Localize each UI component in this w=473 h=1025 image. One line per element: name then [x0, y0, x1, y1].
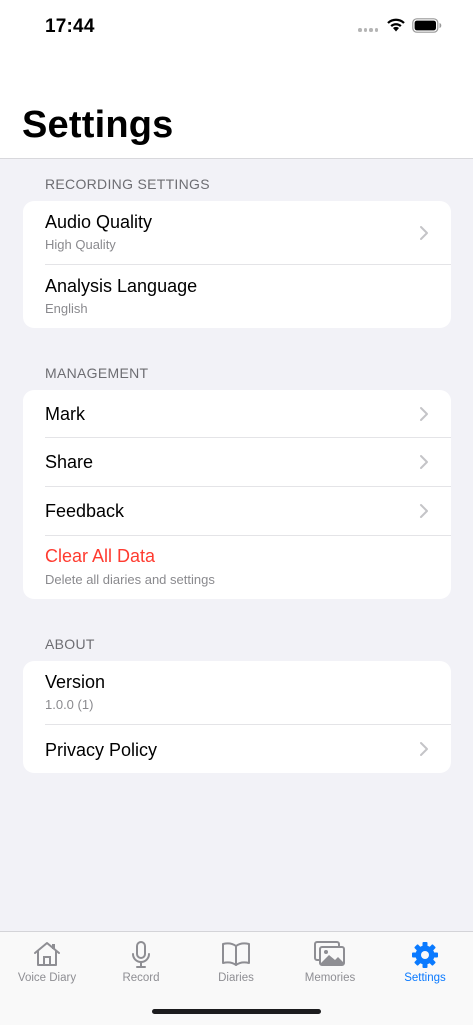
microphone-icon [132, 941, 150, 968]
tab-voice-diary[interactable]: Voice Diary [0, 932, 94, 992]
mark-label: Mark [45, 404, 85, 424]
share-label: Share [45, 452, 94, 472]
tab-settings[interactable]: Settings [378, 932, 472, 992]
wifi-icon [387, 18, 405, 32]
clear-all-data-description: Delete all diaries and settings [45, 572, 215, 587]
tab-label: Voice Diary [17, 972, 77, 984]
photos-icon [314, 941, 345, 966]
tab-diaries[interactable]: Diaries [189, 932, 283, 992]
page-title: Settings [22, 104, 174, 146]
section-header-recording: RECORDING SETTINGS [45, 176, 210, 192]
book-icon [222, 942, 250, 966]
status-bar: 17:44 [0, 0, 473, 56]
tab-label: Record [122, 972, 160, 984]
chevron-right-icon [420, 455, 428, 469]
cellular-signal-icon [358, 28, 378, 32]
tab-label: Memories [304, 972, 356, 984]
status-time: 17:44 [45, 16, 95, 37]
tab-record[interactable]: Record [94, 932, 188, 992]
tab-memories[interactable]: Memories [283, 932, 377, 992]
version-row: Version 1.0.0 (1) [23, 661, 451, 724]
analysis-language-row[interactable]: Analysis Language English [23, 265, 451, 328]
audio-quality-label: Audio Quality [45, 212, 153, 232]
tab-label: Settings [404, 972, 446, 984]
privacy-policy-label: Privacy Policy [45, 740, 158, 760]
home-indicator[interactable] [152, 1009, 321, 1014]
tab-label: Diaries [218, 972, 254, 984]
management-card: Mark Share Feedback Clear All Data Delet… [23, 390, 451, 599]
version-value: 1.0.0 (1) [45, 697, 94, 712]
about-card: Version 1.0.0 (1) Privacy Policy [23, 661, 451, 773]
audio-quality-row[interactable]: Audio Quality High Quality [23, 201, 451, 265]
section-header-management: MANAGEMENT [45, 365, 149, 381]
analysis-language-value: English [45, 301, 88, 316]
audio-quality-value: High Quality [45, 237, 116, 252]
share-row[interactable]: Share [23, 438, 451, 487]
house-icon [34, 942, 60, 966]
recording-settings-card: Audio Quality High Quality Analysis Lang… [23, 201, 451, 328]
navigation-header: Settings [0, 56, 473, 159]
analysis-language-label: Analysis Language [45, 276, 198, 296]
mark-row[interactable]: Mark [23, 390, 451, 438]
clear-all-data-row[interactable]: Clear All Data Delete all diaries and se… [23, 536, 451, 599]
chevron-right-icon [420, 742, 428, 756]
chevron-right-icon [420, 407, 428, 421]
section-header-about: ABOUT [45, 636, 95, 652]
battery-icon [412, 18, 442, 33]
clear-all-data-label: Clear All Data [45, 546, 156, 566]
chevron-right-icon [420, 226, 428, 240]
chevron-right-icon [420, 504, 428, 518]
feedback-row[interactable]: Feedback [23, 487, 451, 535]
version-label: Version [45, 672, 106, 692]
gear-icon [412, 942, 438, 968]
privacy-policy-row[interactable]: Privacy Policy [23, 725, 451, 773]
feedback-label: Feedback [45, 501, 125, 521]
